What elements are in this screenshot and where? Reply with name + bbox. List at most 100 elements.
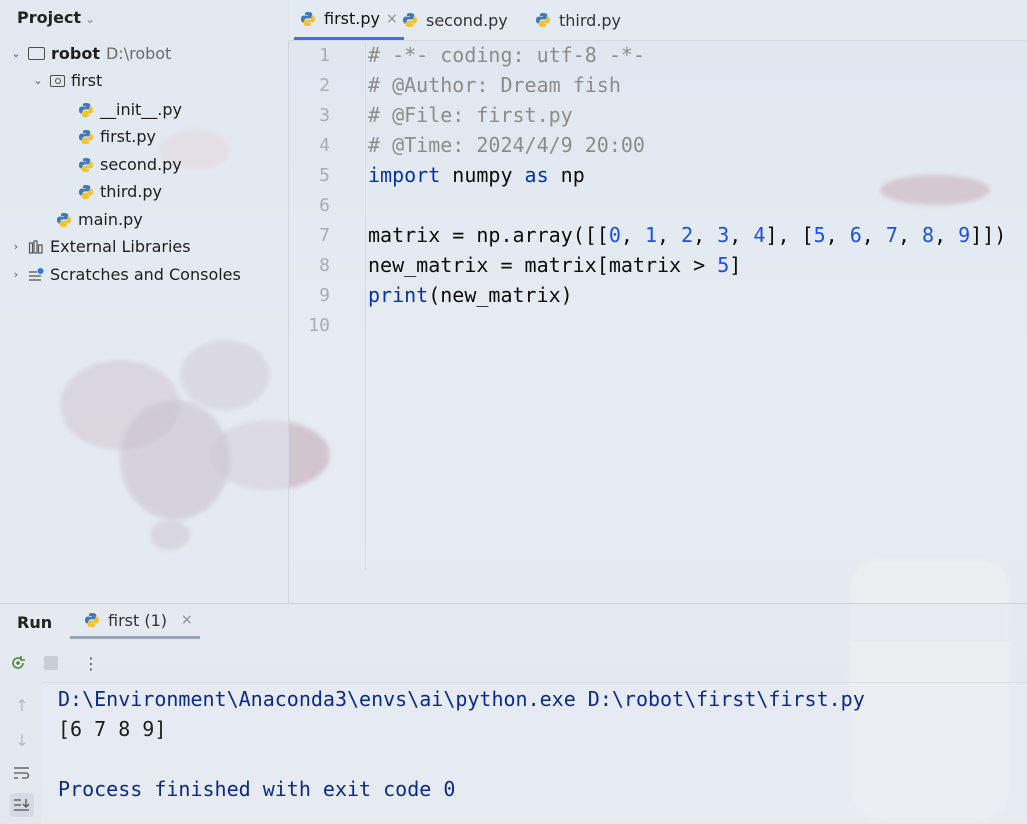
line-number: 9 <box>319 285 330 306</box>
tree-item-label: second.py <box>100 155 182 174</box>
python-file-icon <box>78 184 94 200</box>
code-number: 5 <box>717 253 730 277</box>
close-icon[interactable]: × <box>386 11 398 27</box>
tree-item-scratches-consoles[interactable]: › Scratches and Consoles <box>10 261 241 288</box>
tree-item-label: External Libraries <box>50 237 191 256</box>
arrow-down-icon[interactable]: ↓ <box>10 728 34 752</box>
tree-item-init-py[interactable]: __init__.py <box>78 96 182 123</box>
line-number: 10 <box>308 315 330 336</box>
code-number: 2 <box>681 223 694 247</box>
code-token: as <box>524 163 549 187</box>
gutter-divider <box>365 40 366 570</box>
line-number: 2 <box>319 75 330 96</box>
tree-item-label: main.py <box>78 210 143 229</box>
tree-item-path: D:\robot <box>105 44 172 63</box>
code-number: 5 <box>813 223 826 247</box>
code-number: 6 <box>849 223 862 247</box>
console-command-line: D:\Environment\Anaconda3\envs\ai\python.… <box>58 687 865 711</box>
chevron-down-icon[interactable]: ⌄ <box>85 12 95 26</box>
line-number: 1 <box>319 45 330 66</box>
tree-item-label: Scratches and Consoles <box>50 265 241 284</box>
stop-icon[interactable] <box>41 653 61 673</box>
tree-item-first-folder[interactable]: ⌄ first <box>32 67 102 94</box>
scratches-icon <box>28 267 44 283</box>
chevron-down-icon[interactable]: ⌄ <box>10 47 22 60</box>
rerun-icon[interactable] <box>8 653 28 673</box>
tab-first-py[interactable]: first.py × <box>294 0 404 40</box>
tree-item-main-py[interactable]: main.py <box>56 206 143 233</box>
tree-item-label: first <box>71 71 103 90</box>
close-icon[interactable]: × <box>181 612 193 628</box>
package-folder-icon <box>50 74 65 87</box>
python-file-icon <box>78 129 94 145</box>
console-exit-line: Process finished with exit code 0 <box>58 777 456 801</box>
code-number: 3 <box>717 223 730 247</box>
tree-item-label: robot <box>51 44 100 63</box>
line-number: 8 <box>319 255 330 276</box>
code-number: 1 <box>644 223 658 247</box>
line-number: 6 <box>319 195 330 216</box>
line-number: 5 <box>319 165 330 186</box>
run-console-output[interactable]: D:\Environment\Anaconda3\envs\ai\python.… <box>42 682 1027 824</box>
code-number: 4 <box>753 223 766 247</box>
folder-icon <box>28 47 45 60</box>
run-panel-title: Run <box>17 613 53 632</box>
line-number: 7 <box>319 225 330 246</box>
code-token: import <box>368 163 441 187</box>
chevron-down-icon[interactable]: ⌄ <box>32 74 44 87</box>
python-file-icon <box>402 12 418 28</box>
python-file-icon <box>84 612 100 628</box>
code-number: 9 <box>958 223 971 247</box>
code-token: new_matrix = matrix[matrix > <box>368 253 718 277</box>
run-tool-window-header: Run first (1) × <box>0 603 1027 642</box>
scroll-to-end-icon[interactable] <box>10 793 34 817</box>
tab-label: first.py <box>324 9 380 28</box>
tree-item-external-libraries[interactable]: › External Libraries <box>10 233 191 260</box>
chevron-right-icon[interactable]: › <box>10 268 22 281</box>
code-line: import numpy as np <box>368 163 585 187</box>
line-number: 3 <box>319 105 330 126</box>
code-line: # @Author: Dream fish <box>368 73 621 97</box>
code-number: 7 <box>885 223 898 247</box>
code-editor[interactable]: 1 2 3 4 5 6 7 8 9 10 # -*- coding: utf-8… <box>288 40 1027 570</box>
tree-item-second-py[interactable]: second.py <box>78 151 182 178</box>
code-line: # @Time: 2024/4/9 20:00 <box>368 133 645 157</box>
run-tab-label: first (1) <box>108 610 168 630</box>
code-token: (new_matrix) <box>428 283 573 307</box>
project-panel-title[interactable]: Project ⌄ <box>17 8 95 27</box>
project-title-label: Project <box>17 8 82 27</box>
code-number: 0 <box>608 223 621 247</box>
chevron-right-icon[interactable]: › <box>10 240 22 253</box>
code-token: numpy <box>440 163 525 187</box>
code-line: matrix = np.array([[0, 1, 2, 3, 4], [5, … <box>368 223 1007 247</box>
python-file-icon <box>78 157 94 173</box>
python-file-icon <box>56 212 72 228</box>
tree-item-third-py[interactable]: third.py <box>78 178 162 205</box>
console-result-line: [6 7 8 9] <box>58 717 167 741</box>
editor-tab-bar: first.py × second.py third.py <box>288 0 1027 41</box>
console-side-toolbar: ↑ ↓ <box>0 683 42 823</box>
tab-third-py[interactable]: third.py <box>535 0 621 40</box>
tree-item-robot[interactable]: ⌄ robot D:\robot <box>10 40 171 67</box>
code-token: np <box>548 163 585 187</box>
soft-wrap-icon[interactable] <box>10 761 34 785</box>
code-token: matrix = np.array([[ <box>368 223 609 247</box>
tree-item-label: __init__.py <box>100 100 183 119</box>
tree-item-label: first.py <box>100 127 156 146</box>
python-file-icon <box>78 102 94 118</box>
tab-second-py[interactable]: second.py <box>402 0 508 40</box>
run-tab-first[interactable]: first (1) × <box>70 604 200 639</box>
run-toolbar: ⋮ <box>0 645 1027 680</box>
tree-item-first-py[interactable]: first.py <box>78 123 156 150</box>
code-number: 8 <box>922 223 935 247</box>
arrow-up-icon[interactable]: ↑ <box>10 693 34 717</box>
tree-item-label: third.py <box>100 182 163 201</box>
python-file-icon <box>300 11 316 27</box>
code-token: ] <box>729 253 742 277</box>
python-file-icon <box>535 12 551 28</box>
code-line: new_matrix = matrix[matrix > 5] <box>368 253 741 277</box>
library-icon <box>28 239 44 255</box>
more-options-icon[interactable]: ⋮ <box>81 653 101 673</box>
tab-label: second.py <box>426 10 508 30</box>
code-builtin: print <box>368 283 429 307</box>
